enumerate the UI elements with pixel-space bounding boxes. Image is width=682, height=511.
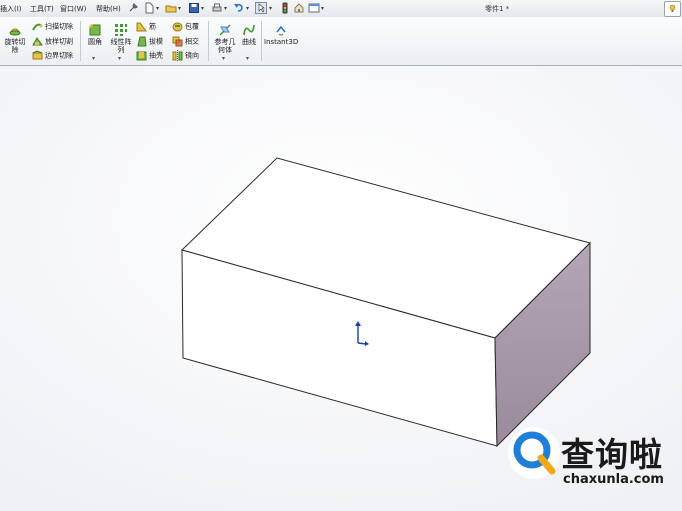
select-dropdown-arrow[interactable]: ▾	[269, 5, 272, 12]
fillet-label: 圆角	[88, 38, 102, 46]
linear-pattern-button[interactable]: 线性阵列	[108, 23, 134, 54]
mirror-label: 镜向	[185, 51, 199, 60]
save-dropdown-arrow[interactable]: ▾	[201, 5, 204, 12]
revolved-cut-button[interactable]: 旋转切除	[3, 23, 27, 54]
draft-icon	[137, 36, 147, 47]
linear-pattern-icon	[115, 24, 127, 36]
window-layout-icon[interactable]	[308, 2, 320, 14]
traffic-light-icon[interactable]	[279, 2, 291, 14]
save-icon[interactable]	[188, 2, 200, 14]
menu-bar: 插入(I) 工具(T) 窗口(W) 帮助(H) ▾ ▾ ▾ ▾ ▾ ▾ ▾ 零件…	[0, 0, 682, 18]
fillet-dropdown-arrow[interactable]: ▾	[92, 55, 95, 62]
menu-help[interactable]: 帮助(H)	[96, 4, 121, 14]
wrap-label: 包覆	[185, 22, 199, 31]
instant3d-icon	[276, 25, 286, 36]
instant3d-label: Instant3D	[264, 38, 299, 46]
command-manager-ribbon: 旋转切除 扫描切除 放样切割 边界切除 圆角 ▾ 线性阵列 ▾ 筋 拔模 抽壳 …	[0, 17, 682, 66]
linear-pattern-label: 线性阵列	[110, 38, 132, 54]
ribbon-separator	[261, 21, 262, 61]
undo-icon[interactable]	[233, 2, 245, 14]
ribbon-separator	[80, 21, 81, 61]
new-dropdown-arrow[interactable]: ▾	[156, 5, 159, 12]
boundary-cut-icon	[32, 50, 43, 60]
mirror-button[interactable]: 镜向	[172, 50, 199, 61]
swept-cut-button[interactable]: 扫描切除	[32, 21, 73, 32]
search-help-box[interactable]	[664, 1, 681, 17]
menu-window[interactable]: 窗口(W)	[60, 4, 86, 14]
revolved-cut-label: 旋转切除	[4, 38, 26, 54]
draft-label: 拔模	[149, 37, 163, 46]
mirror-icon	[172, 50, 183, 61]
help-lightbulb-icon	[669, 4, 676, 12]
watermark-url: chaxunla.com	[563, 472, 664, 487]
swept-cut-icon	[32, 23, 43, 31]
options-gear-icon[interactable]	[293, 2, 305, 14]
select-cursor-icon[interactable]	[255, 2, 267, 14]
reference-dropdown-arrow[interactable]: ▾	[222, 55, 225, 62]
intersect-button[interactable]: 相交	[172, 36, 199, 47]
reference-geometry-icon	[219, 24, 231, 36]
rib-icon	[136, 22, 147, 32]
curves-dropdown-arrow[interactable]: ▾	[246, 55, 249, 62]
rib-button[interactable]: 筋	[136, 21, 156, 32]
curves-button[interactable]: 曲线	[240, 23, 258, 46]
fillet-icon	[89, 24, 101, 36]
undo-dropdown-arrow[interactable]: ▾	[246, 5, 249, 12]
document-title: 零件1 *	[485, 5, 510, 13]
pattern-dropdown-arrow[interactable]: ▾	[118, 55, 121, 62]
open-folder-icon[interactable]	[165, 2, 177, 14]
print-icon[interactable]	[211, 2, 223, 14]
menu-insert[interactable]: 插入(I)	[0, 4, 22, 14]
rib-label: 筋	[149, 22, 156, 31]
lofted-cut-label: 放样切割	[45, 37, 73, 46]
wrap-icon	[172, 22, 183, 32]
curves-icon	[243, 24, 255, 36]
boundary-cut-button[interactable]: 边界切除	[32, 50, 73, 61]
ribbon-separator	[208, 21, 209, 61]
open-dropdown-arrow[interactable]: ▾	[178, 5, 181, 12]
watermark-logo: 查询啦 chaxunla.com	[505, 424, 675, 490]
curves-label: 曲线	[242, 38, 256, 46]
reference-geometry-button[interactable]: 参考几何体	[212, 23, 238, 54]
shell-icon	[136, 51, 147, 61]
boundary-cut-label: 边界切除	[45, 51, 73, 60]
lofted-cut-button[interactable]: 放样切割	[32, 36, 73, 47]
shell-button[interactable]: 抽壳	[136, 50, 163, 61]
intersect-label: 相交	[185, 37, 199, 46]
lofted-cut-icon	[32, 37, 43, 46]
draft-button[interactable]: 拔模	[136, 36, 163, 47]
new-document-icon[interactable]	[143, 2, 155, 14]
shell-label: 抽壳	[149, 51, 163, 60]
chaxunla-logo-icon	[508, 427, 560, 479]
menu-tools[interactable]: 工具(T)	[30, 4, 54, 14]
fillet-button[interactable]: 圆角	[86, 23, 104, 46]
intersect-icon	[172, 36, 183, 47]
instant3d-button[interactable]: Instant3D	[264, 23, 298, 46]
pin-icon[interactable]	[127, 2, 139, 14]
print-dropdown-arrow[interactable]: ▾	[224, 5, 227, 12]
swept-cut-label: 扫描切除	[45, 22, 73, 31]
layout-dropdown-arrow[interactable]: ▾	[321, 5, 324, 12]
revolved-cut-icon	[9, 28, 21, 36]
wrap-button[interactable]: 包覆	[172, 21, 199, 32]
reference-geometry-label: 参考几何体	[214, 38, 236, 54]
watermark-brand: 查询啦	[561, 435, 663, 474]
